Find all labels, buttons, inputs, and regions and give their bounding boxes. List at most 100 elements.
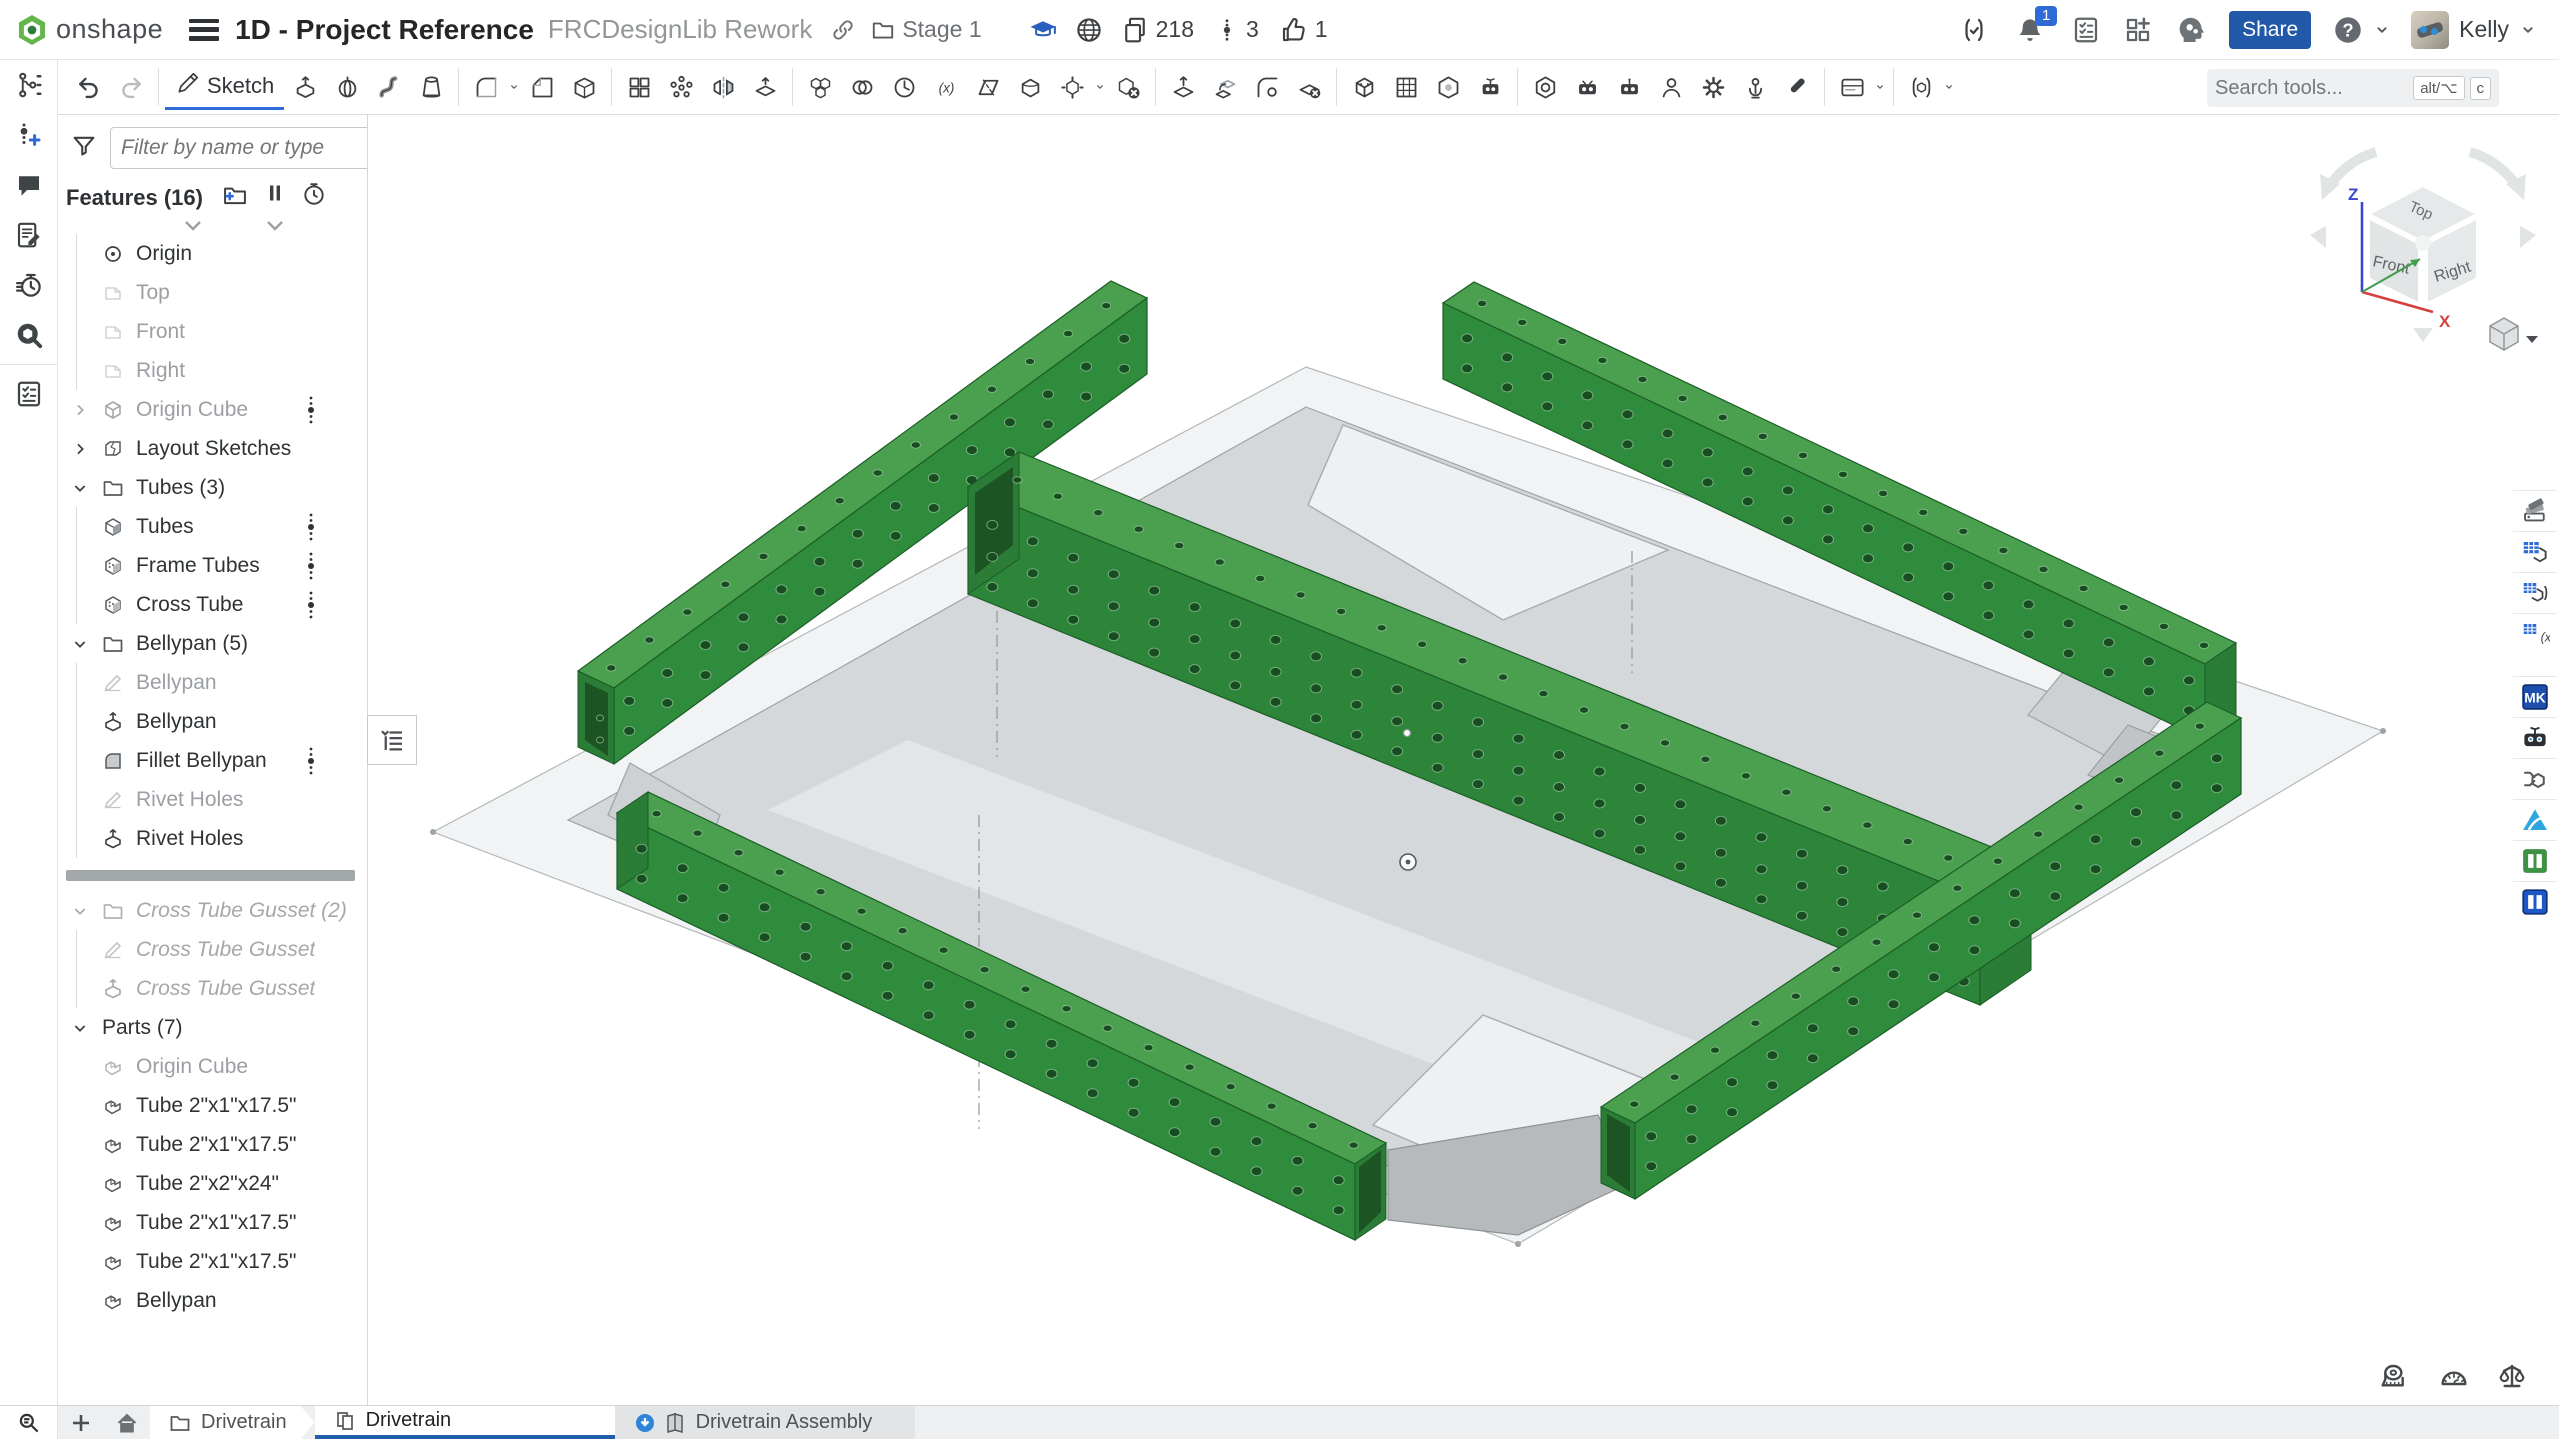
config-table-icon[interactable]: [2513, 531, 2557, 572]
notifications-bell-icon[interactable]: 1: [2015, 15, 2045, 45]
loft-icon[interactable]: [410, 64, 452, 110]
split-part-icon[interactable]: [1009, 64, 1051, 110]
home-tab-button[interactable]: [104, 1406, 150, 1439]
feature-row-top[interactable]: Top: [58, 273, 367, 312]
collapse-tree-button[interactable]: [367, 715, 417, 765]
config-cube-icon[interactable]: [2513, 572, 2557, 613]
apps-grid-icon[interactable]: [2123, 15, 2153, 45]
linear-pattern-icon[interactable]: [618, 64, 660, 110]
version-graph-icon[interactable]: [7, 60, 51, 110]
mk-logo-icon[interactable]: MK: [2513, 676, 2557, 717]
share-button[interactable]: Share: [2229, 11, 2311, 49]
circular-pattern-icon[interactable]: [660, 64, 702, 110]
performance-icon[interactable]: [7, 260, 51, 310]
nut-tool-icon[interactable]: [1524, 64, 1566, 110]
shell-icon[interactable]: [563, 64, 605, 110]
redo-button[interactable]: [110, 64, 152, 110]
learning-cap-icon[interactable]: [1028, 15, 1058, 45]
history-clock-icon[interactable]: [301, 181, 327, 214]
delete-part-icon[interactable]: [1107, 64, 1149, 110]
helix-icon[interactable]: [883, 64, 925, 110]
feature-row-fillet-bellypan[interactable]: Fillet Bellypan: [58, 741, 367, 780]
feature-row-cross-tube[interactable]: Cross Tube: [58, 585, 367, 624]
view-cube[interactable]: Top Front Right Z X: [2258, 130, 2548, 380]
drag-handle-dots[interactable]: [307, 512, 315, 547]
mirror-icon[interactable]: [702, 64, 744, 110]
named-views-icon[interactable]: [1900, 64, 1942, 110]
gear-tool-icon[interactable]: [1692, 64, 1734, 110]
chamfer-icon[interactable]: [521, 64, 563, 110]
mass-properties-icon[interactable]: [2495, 1359, 2529, 1393]
feature-row-layout-sketches[interactable]: Layout Sketches: [58, 429, 367, 468]
chevron-collapsed-icon[interactable]: [68, 441, 92, 457]
fillet-icon[interactable]: [465, 64, 507, 110]
split-face-icon[interactable]: [967, 64, 1009, 110]
bom-list-icon[interactable]: [7, 369, 51, 419]
feature-row-origin[interactable]: Origin: [58, 234, 367, 273]
name-tag-caret-icon[interactable]: [1873, 64, 1887, 110]
feature-row-parts-7-[interactable]: Parts (7): [58, 1008, 367, 1047]
learning-center-icon[interactable]: [2175, 14, 2207, 46]
chevron-expanded-icon[interactable]: [68, 636, 92, 652]
transform-icon[interactable]: [1051, 64, 1093, 110]
feature-row-frame-tubes[interactable]: Frame Tubes: [58, 546, 367, 585]
new-folder-icon[interactable]: [221, 181, 249, 214]
drag-handle-dots[interactable]: [307, 590, 315, 625]
like-icon[interactable]: [1279, 15, 1309, 45]
config-variable-icon[interactable]: (x): [2513, 613, 2557, 654]
public-globe-icon[interactable]: [1074, 15, 1104, 45]
tube-tool-icon[interactable]: [1343, 64, 1385, 110]
feature-row-cross-tube-gusset[interactable]: Cross Tube Gusset: [58, 969, 367, 1008]
transform-caret-icon[interactable]: [1093, 64, 1107, 110]
tab-search-button[interactable]: [0, 1406, 58, 1439]
marker-tool-icon[interactable]: [1776, 64, 1818, 110]
new-tab-button[interactable]: [58, 1406, 104, 1439]
robot-widget-icon[interactable]: [2513, 717, 2557, 758]
delete-face-icon[interactable]: [1288, 64, 1330, 110]
variable-icon[interactable]: (x): [925, 64, 967, 110]
named-views-caret-icon[interactable]: [1942, 64, 1956, 110]
chevron-expanded-icon[interactable]: [68, 903, 92, 919]
tape-measure-icon[interactable]: [2379, 1359, 2413, 1393]
feature-row-tube-2-x1-x17-5-[interactable]: Tube 2"x1"x17.5": [58, 1242, 367, 1281]
protractor-icon[interactable]: [2437, 1359, 2471, 1393]
search-tools-box[interactable]: Search tools... alt/⌥ c: [2207, 69, 2499, 107]
filter-funnel-icon[interactable]: [70, 132, 98, 165]
feature-row-tubes[interactable]: Tubes: [58, 507, 367, 546]
feature-row-rivet-holes[interactable]: Rivet Holes: [58, 819, 367, 858]
copies-icon[interactable]: [1120, 15, 1150, 45]
view-options-button[interactable]: [2490, 318, 2538, 350]
tab-partstudio-drivetrain[interactable]: Drivetrain: [315, 1406, 615, 1439]
feature-row-bellypan[interactable]: Bellypan: [58, 663, 367, 702]
chevron-expanded-icon[interactable]: [68, 480, 92, 496]
replace-face-icon[interactable]: [1204, 64, 1246, 110]
insert-version-icon[interactable]: [7, 110, 51, 160]
tab-assembly-drivetrain[interactable]: Drivetrain Assembly: [615, 1406, 915, 1439]
composite-part-icon[interactable]: [799, 64, 841, 110]
undo-button[interactable]: [68, 64, 110, 110]
search-model-icon[interactable]: [7, 310, 51, 360]
feature-row-front[interactable]: Front: [58, 312, 367, 351]
3d-viewport[interactable]: Top Front Right Z X (x) MK: [368, 115, 2559, 1405]
thicken-icon[interactable]: [744, 64, 786, 110]
feature-row-bellypan-5-[interactable]: Bellypan (5): [58, 624, 367, 663]
feature-row-right[interactable]: Right: [58, 351, 367, 390]
user-name[interactable]: Kelly: [2459, 16, 2509, 43]
feature-row-tubes-3-[interactable]: Tubes (3): [58, 468, 367, 507]
feature-row-tube-2-x1-x17-5-[interactable]: Tube 2"x1"x17.5": [58, 1086, 367, 1125]
drag-handle-dots[interactable]: [307, 746, 315, 781]
filter-input[interactable]: [110, 127, 368, 169]
book-blue-icon[interactable]: [2513, 881, 2557, 922]
sketch-button[interactable]: Sketch: [165, 64, 284, 110]
feature-row-rivet-holes[interactable]: Rivet Holes: [58, 780, 367, 819]
notes-icon[interactable]: [7, 210, 51, 260]
book-green-icon[interactable]: [2513, 840, 2557, 881]
person-tool-icon[interactable]: [1650, 64, 1692, 110]
name-tag-icon[interactable]: [1831, 64, 1873, 110]
modify-fillet-icon[interactable]: [1246, 64, 1288, 110]
extrude-icon[interactable]: [284, 64, 326, 110]
avatar[interactable]: [2411, 11, 2449, 49]
tab-folder-drivetrain[interactable]: Drivetrain: [150, 1406, 315, 1439]
feature-row-origin-cube[interactable]: Origin Cube: [58, 390, 367, 429]
frame-tool-icon[interactable]: [1427, 64, 1469, 110]
